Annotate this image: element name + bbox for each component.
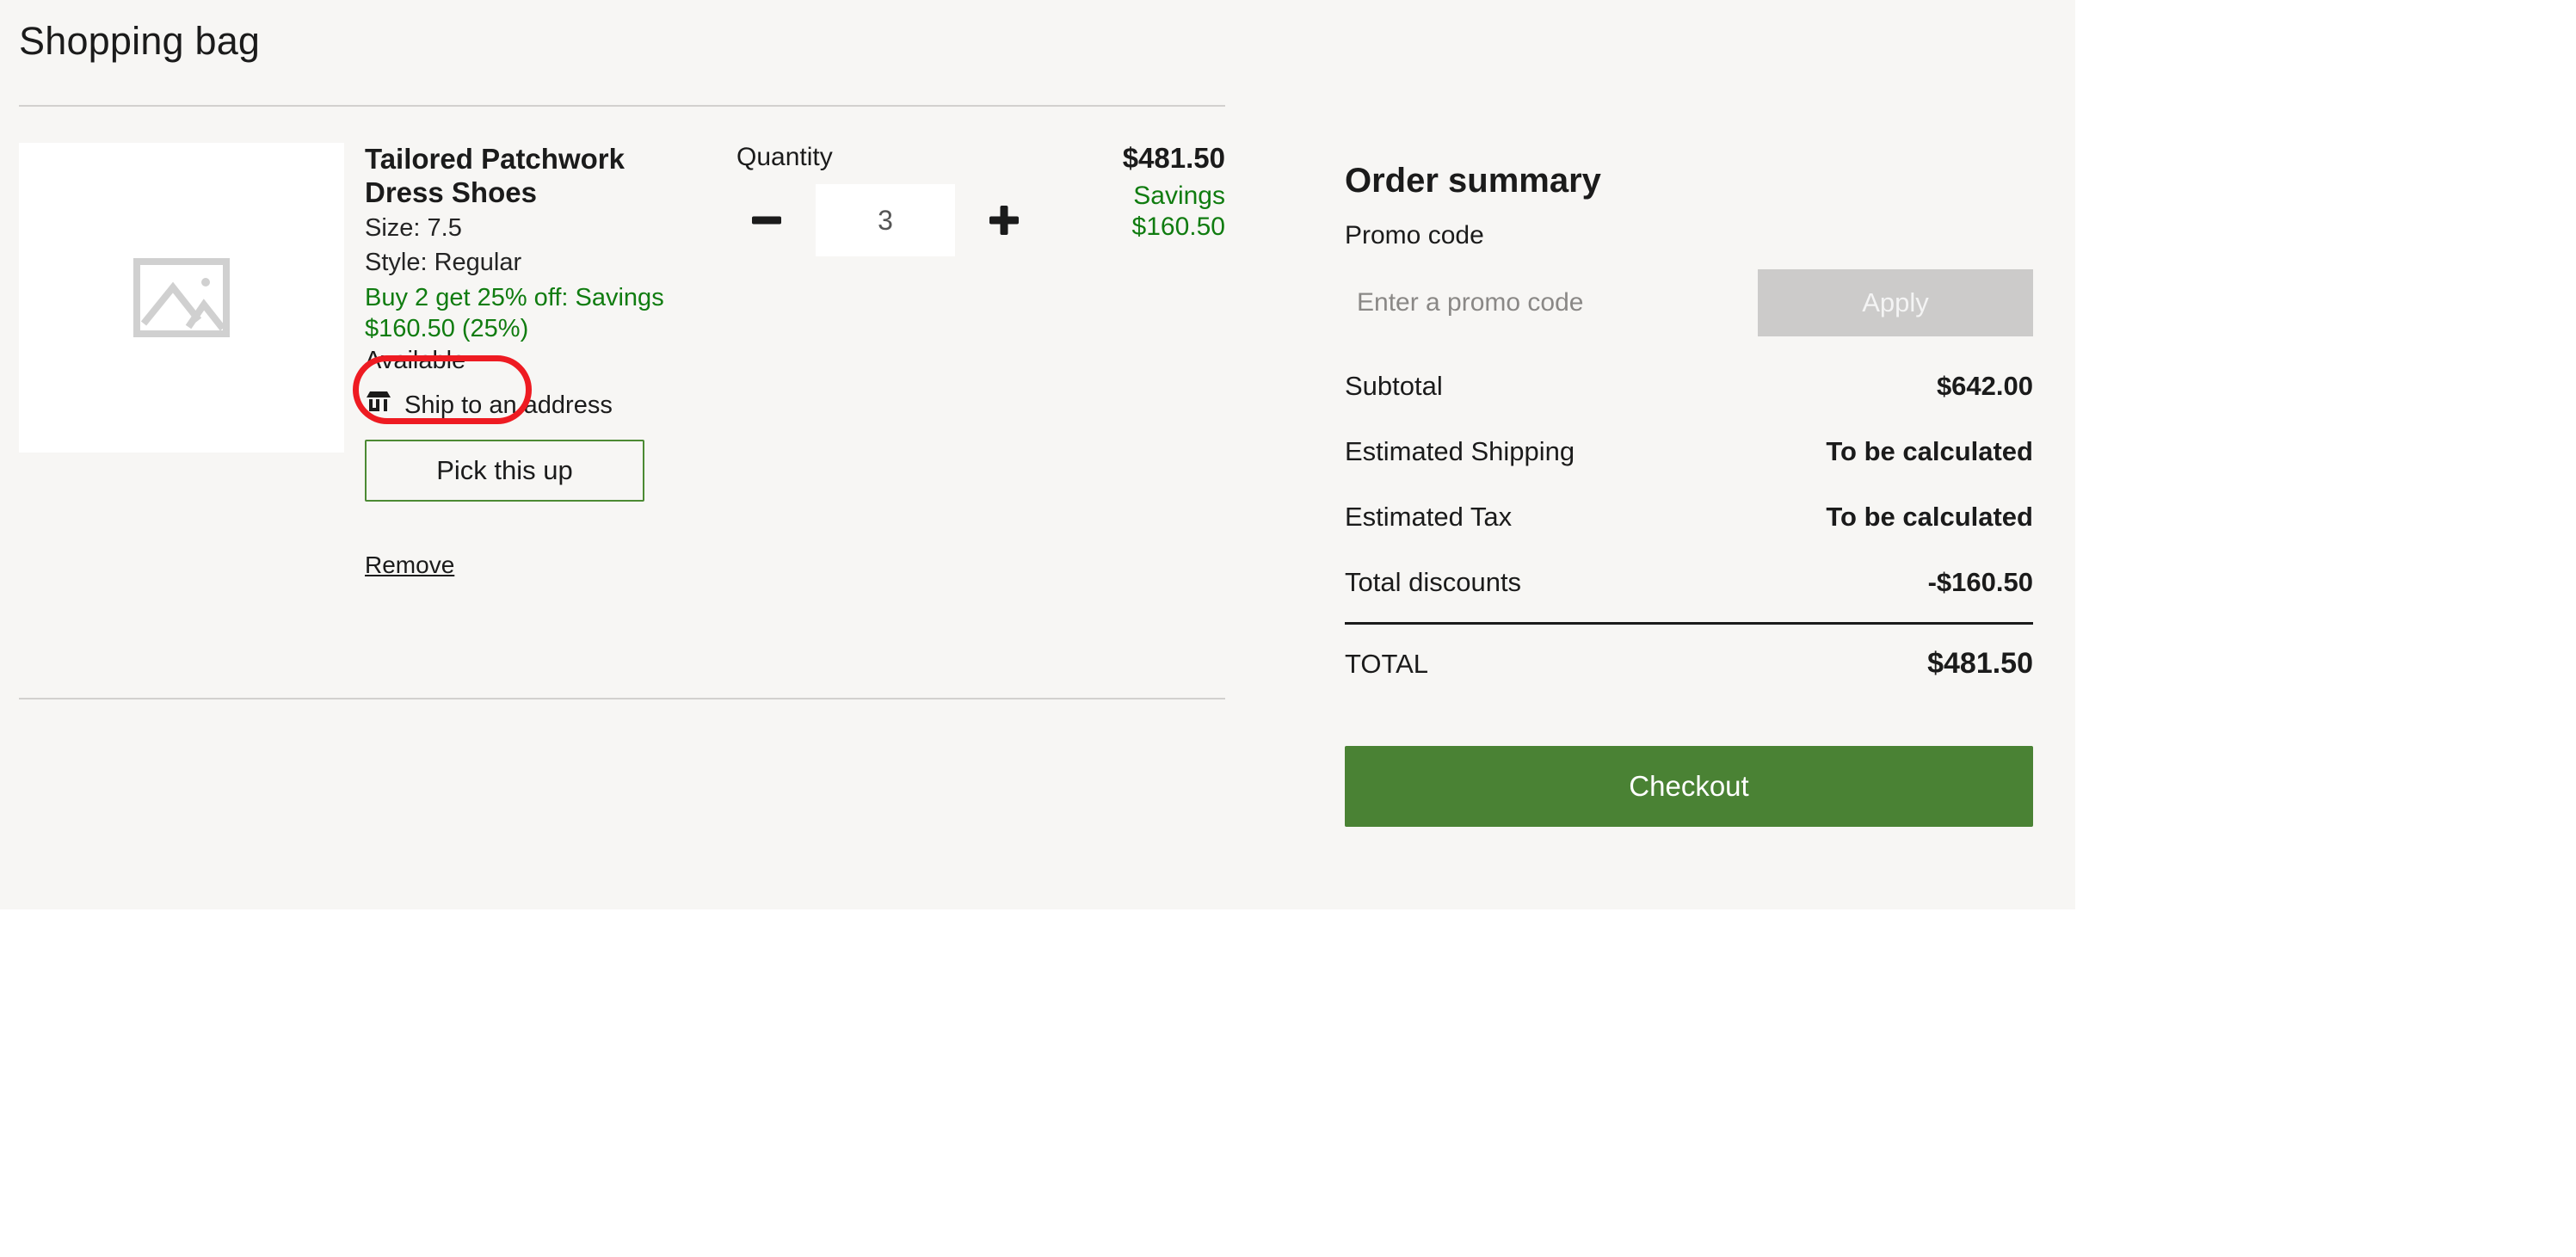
item-attribute-size: Size: 7.5 xyxy=(365,213,462,242)
item-price-block: $481.50 Savings $160.50 xyxy=(967,142,1225,243)
minus-icon[interactable] xyxy=(736,190,797,250)
fulfillment-label: Ship to an address xyxy=(404,391,613,419)
divider-bottom xyxy=(19,698,1225,699)
total-value: $481.50 xyxy=(1927,647,2033,680)
order-summary-title: Order summary xyxy=(1345,162,1601,200)
store-icon xyxy=(365,391,392,421)
summary-value: $642.00 xyxy=(1936,371,2033,401)
order-summary-panel: Order summary Promo code Apply Subtotal … xyxy=(1345,162,2033,827)
pick-this-up-button[interactable]: Pick this up xyxy=(365,439,644,502)
item-savings: Savings $160.50 xyxy=(967,181,1225,243)
summary-row-tax: Estimated Tax To be calculated xyxy=(1345,502,2033,533)
availability-status: Available xyxy=(365,346,466,374)
item-savings-amount: $160.50 xyxy=(1131,213,1225,242)
divider-top xyxy=(19,105,1225,107)
promo-code-row: Apply xyxy=(1345,269,2033,336)
summary-row-shipping: Estimated Shipping To be calculated xyxy=(1345,436,2033,467)
checkout-button[interactable]: Checkout xyxy=(1345,746,2033,827)
summary-divider xyxy=(1345,622,2033,625)
promo-code-input[interactable] xyxy=(1345,269,1758,336)
promo-code-label: Promo code xyxy=(1345,221,1484,250)
item-details: Tailored Patchwork Dress Shoes Size: 7.5… xyxy=(365,143,709,579)
cart-line-item: Tailored Patchwork Dress Shoes Size: 7.5… xyxy=(19,142,1225,693)
summary-row-subtotal: Subtotal $642.00 xyxy=(1345,371,2033,402)
total-label: TOTAL xyxy=(1345,649,1429,679)
page-title: Shopping bag xyxy=(19,19,261,63)
summary-label: Estimated Tax xyxy=(1345,502,1513,532)
summary-value: -$160.50 xyxy=(1927,567,2033,597)
summary-row-discounts: Total discounts -$160.50 xyxy=(1345,567,2033,598)
summary-label: Estimated Shipping xyxy=(1345,436,1575,466)
item-savings-label: Savings xyxy=(1133,182,1225,211)
image-placeholder-icon xyxy=(133,258,230,337)
quantity-input[interactable] xyxy=(816,184,955,256)
summary-label: Total discounts xyxy=(1345,567,1522,597)
summary-label: Subtotal xyxy=(1345,371,1443,401)
summary-row-total: TOTAL $481.50 xyxy=(1345,647,2033,681)
summary-value: To be calculated xyxy=(1826,436,2033,466)
remove-item-link[interactable]: Remove xyxy=(365,551,454,579)
product-name[interactable]: Tailored Patchwork Dress Shoes xyxy=(365,143,657,210)
apply-promo-button[interactable]: Apply xyxy=(1758,269,2033,336)
summary-value: To be calculated xyxy=(1826,502,2033,532)
item-attribute-style: Style: Regular xyxy=(365,249,522,277)
item-price: $481.50 xyxy=(1122,142,1225,174)
shopping-bag-page: Shopping bag Tailored Patchwork Dress Sh… xyxy=(0,0,2075,909)
fulfillment-row: Ship to an address xyxy=(365,391,709,421)
promotion-text: Buy 2 get 25% off: Savings $160.50 (25%) xyxy=(365,283,664,342)
product-thumbnail[interactable] xyxy=(19,143,344,453)
